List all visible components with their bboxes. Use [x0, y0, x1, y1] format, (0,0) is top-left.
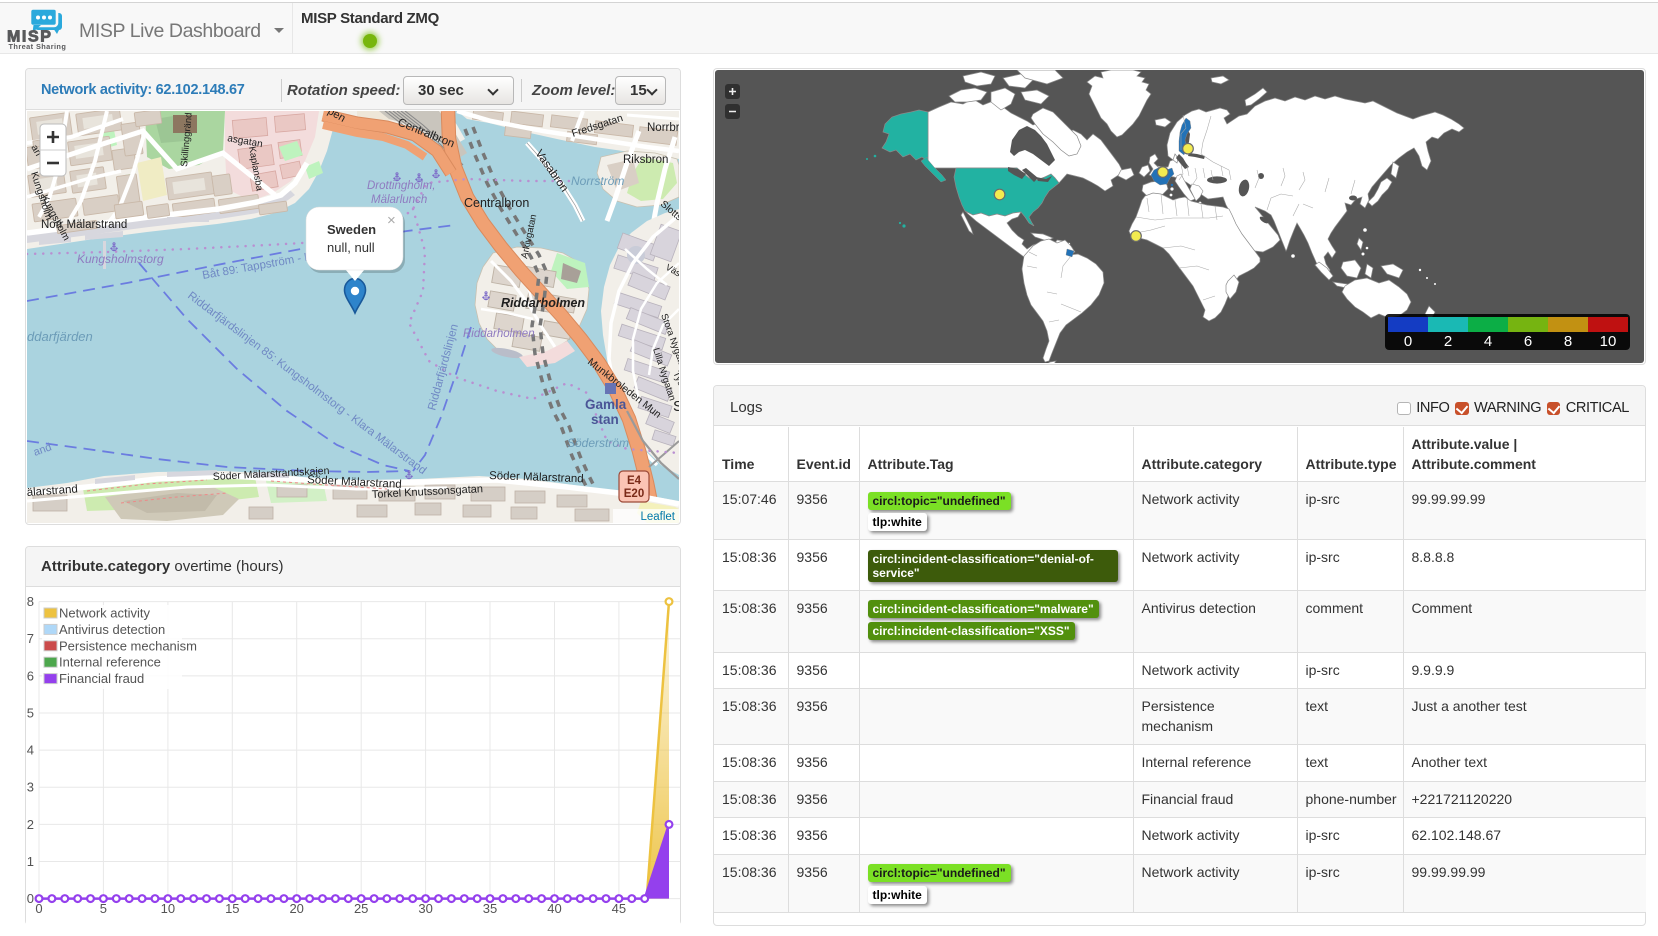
svg-text:Internal reference: Internal reference: [59, 655, 161, 670]
svg-text:2: 2: [27, 817, 34, 832]
svg-text:Threat Sharing: Threat Sharing: [9, 42, 67, 51]
svg-text:1: 1: [27, 854, 34, 869]
svg-text:15: 15: [225, 901, 239, 916]
svg-text:Sweden: Sweden: [327, 222, 376, 237]
svg-text:Antivirus detection: Antivirus detection: [59, 622, 165, 637]
svg-text:Drottingholm,: Drottingholm,: [367, 180, 435, 192]
svg-text:Norrbr: Norrbr: [647, 122, 679, 134]
svg-text:0: 0: [35, 901, 42, 916]
svg-text:E20: E20: [624, 488, 644, 500]
svg-text:Mälarlunch: Mälarlunch: [371, 194, 427, 206]
svg-text:Riksbron: Riksbron: [623, 154, 668, 166]
svg-text:4: 4: [1484, 333, 1492, 350]
svg-text:0: 0: [1404, 333, 1412, 350]
svg-text:6: 6: [1524, 333, 1532, 350]
svg-text:stan: stan: [591, 412, 619, 427]
svg-text:Gamla: Gamla: [585, 397, 627, 412]
svg-text:Financial fraud: Financial fraud: [59, 671, 144, 686]
svg-text:5: 5: [100, 901, 107, 916]
svg-text:40: 40: [547, 901, 561, 916]
svg-text:Söderström: Söderström: [567, 436, 629, 450]
svg-text:45: 45: [612, 901, 626, 916]
svg-text:35: 35: [483, 901, 497, 916]
svg-text:Persistence mechanism: Persistence mechanism: [59, 638, 197, 653]
svg-text:0: 0: [27, 891, 34, 906]
svg-text:Norrström: Norrström: [571, 174, 624, 188]
svg-text:20: 20: [289, 901, 303, 916]
svg-text:10: 10: [161, 901, 175, 916]
svg-text:6: 6: [27, 668, 34, 683]
svg-text:Riddarholmen: Riddarholmen: [463, 328, 535, 340]
svg-text:Riddarholmen: Riddarholmen: [501, 296, 585, 310]
svg-text:7: 7: [27, 631, 34, 646]
svg-text:5: 5: [27, 706, 34, 721]
svg-text:8: 8: [1564, 333, 1572, 350]
svg-text:Kungsholmstorg: Kungsholmstorg: [77, 252, 164, 266]
svg-text:8: 8: [27, 594, 34, 609]
svg-text:S: S: [673, 398, 679, 415]
svg-text:Network activity: Network activity: [59, 606, 151, 621]
svg-text:10: 10: [1600, 333, 1617, 350]
svg-text:Centralbron: Centralbron: [464, 196, 529, 210]
svg-text:ddarfjärden: ddarfjärden: [27, 329, 93, 344]
svg-text:Leaflet: Leaflet: [640, 511, 675, 523]
svg-text:4: 4: [27, 743, 34, 758]
svg-text:30: 30: [418, 901, 432, 916]
svg-text:2: 2: [1444, 333, 1452, 350]
svg-text:null, null: null, null: [327, 240, 375, 255]
svg-text:3: 3: [27, 780, 34, 795]
svg-text:25: 25: [354, 901, 368, 916]
svg-text:E4: E4: [627, 475, 642, 487]
svg-text:×: ×: [387, 212, 396, 229]
